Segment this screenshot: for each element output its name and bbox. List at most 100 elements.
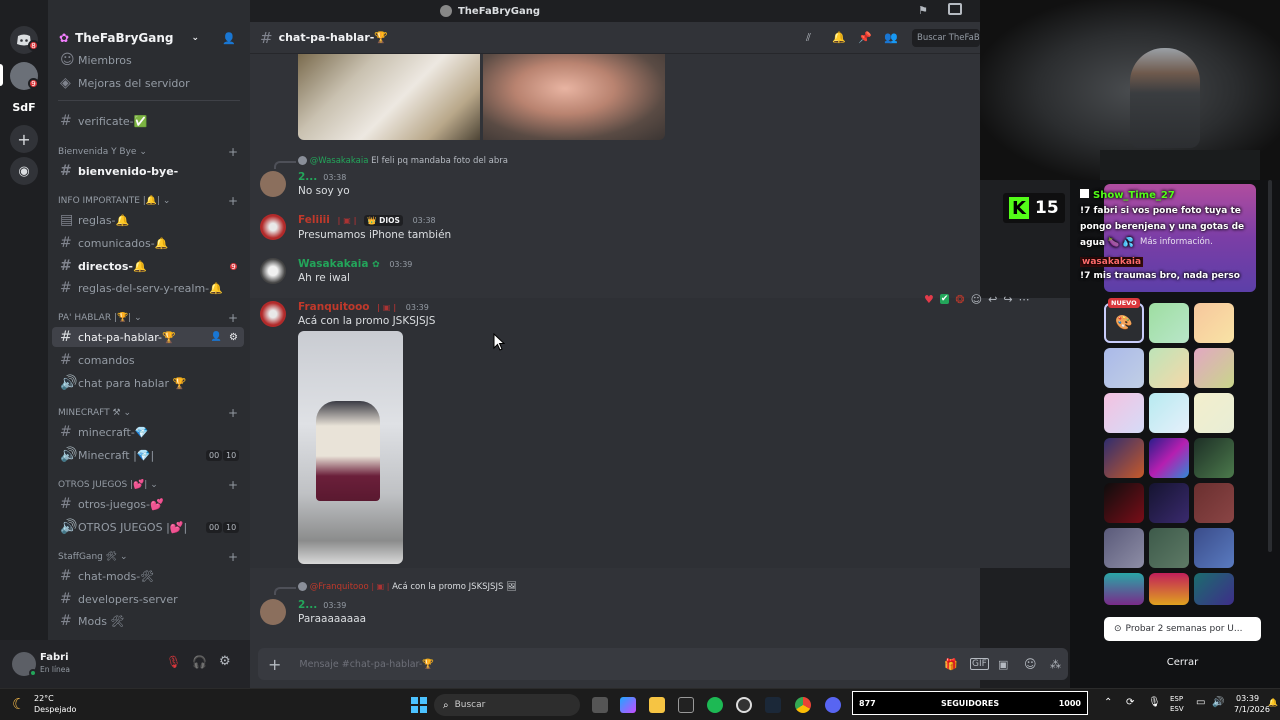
- taskbar-search[interactable]: ⌕ Buscar: [434, 694, 580, 716]
- sticker-icon[interactable]: ▣: [998, 658, 1008, 671]
- theme-swatch[interactable]: [1194, 438, 1234, 478]
- discord-taskbar-icon[interactable]: [825, 697, 841, 713]
- emoji-icon[interactable]: ☺: [1024, 657, 1037, 671]
- avatar[interactable]: [260, 258, 286, 284]
- channel-developers[interactable]: # developers-server: [52, 589, 244, 609]
- theme-swatch[interactable]: [1104, 528, 1144, 568]
- theme-swatch[interactable]: [1194, 573, 1234, 605]
- theme-swatch[interactable]: [1149, 348, 1189, 388]
- channel-minecraft[interactable]: # minecraft-💎: [52, 422, 244, 442]
- channel-mods[interactable]: # Mods 🛠: [52, 611, 244, 631]
- forward-icon[interactable]: ↪: [1003, 293, 1012, 306]
- avatar[interactable]: [260, 301, 286, 327]
- clock-time[interactable]: 03:39: [1236, 694, 1259, 703]
- add-server-icon[interactable]: +: [10, 125, 38, 153]
- category-pahablar[interactable]: PA' HABLAR |🏆| ⌄: [58, 313, 142, 323]
- message-author[interactable]: Franquitooo | ▣ | 03:39: [298, 301, 429, 313]
- channel-reglas-serv[interactable]: # reglas-del-serv-y-realm-🔔: [52, 278, 244, 298]
- channel-directos[interactable]: # directos-🔔: [52, 256, 244, 276]
- language-indicator-2[interactable]: ESV: [1170, 705, 1184, 713]
- reply-author[interactable]: @Wasakakaia: [310, 156, 369, 166]
- server-sdf[interactable]: SdF: [10, 93, 38, 121]
- category-minecraft[interactable]: MINECRAFT ⚒ ⌄: [58, 408, 131, 418]
- theme-swatch[interactable]: [1149, 303, 1189, 343]
- file-explorer-icon[interactable]: [649, 697, 665, 713]
- category-bienvenida[interactable]: Bienvenida Y Bye ⌄: [58, 147, 147, 157]
- headphones-icon[interactable]: 🎧: [192, 655, 207, 669]
- category-otros[interactable]: OTROS JUEGOS |💕| ⌄: [58, 480, 158, 490]
- tray-chevron-icon[interactable]: ⌃: [1104, 697, 1112, 708]
- sidebar-item-boosts[interactable]: ◈ Mejoras del servidor: [52, 73, 244, 93]
- add-channel-icon[interactable]: +: [228, 145, 238, 159]
- steam-icon[interactable]: [765, 697, 781, 713]
- category-staff[interactable]: StaffGang 🛠 ⌄: [58, 552, 128, 562]
- message-input[interactable]: Mensaje #chat-pa-hablar-🏆: [299, 659, 434, 670]
- theme-swatch[interactable]: [1104, 393, 1144, 433]
- members-list-icon[interactable]: 👥: [884, 31, 898, 44]
- gear-icon[interactable]: ⚙: [229, 332, 238, 343]
- apps-icon[interactable]: ⁂: [1050, 658, 1061, 671]
- obs-icon[interactable]: [736, 697, 752, 713]
- add-channel-icon[interactable]: +: [228, 550, 238, 564]
- theme-swatch[interactable]: [1104, 438, 1144, 478]
- add-channel-icon[interactable]: +: [228, 478, 238, 492]
- channel-reglas[interactable]: ▤ reglas-🔔: [52, 210, 244, 230]
- theme-swatch-selected[interactable]: 🎨: [1104, 303, 1144, 343]
- theme-swatch[interactable]: [1149, 573, 1189, 605]
- theme-swatch[interactable]: [1104, 483, 1144, 523]
- invite-icon[interactable]: 👤: [222, 32, 236, 45]
- flag-icon[interactable]: ⚑: [918, 4, 928, 17]
- add-channel-icon[interactable]: +: [228, 194, 238, 208]
- theme-swatch[interactable]: [1149, 483, 1189, 523]
- theme-swatch[interactable]: [1149, 528, 1189, 568]
- avatar[interactable]: [260, 214, 286, 240]
- gif-icon[interactable]: GIF: [970, 658, 989, 670]
- reply-preview[interactable]: @Franquitooo | ▣ | Acá con la promo JSKS…: [298, 582, 517, 592]
- bell-icon[interactable]: 🔔: [832, 31, 846, 44]
- trial-button[interactable]: ⊙ Probar 2 semanas por U...: [1104, 617, 1261, 641]
- close-button[interactable]: Cerrar: [1104, 650, 1261, 674]
- chrome-icon[interactable]: [795, 697, 811, 713]
- weather-desc[interactable]: Despejado: [34, 705, 76, 714]
- more-icon[interactable]: ⋯: [1019, 293, 1030, 306]
- clock-date[interactable]: 7/1/2026: [1234, 705, 1270, 714]
- copilot-icon[interactable]: [620, 697, 636, 713]
- theme-swatch[interactable]: [1194, 393, 1234, 433]
- channel-chat-mods[interactable]: # chat-mods-🛠: [52, 566, 244, 586]
- avatar[interactable]: [260, 599, 286, 625]
- channel-bienvenido[interactable]: # bienvenido-bye-: [52, 161, 244, 181]
- invite-icon[interactable]: 👤: [211, 332, 222, 342]
- windows-start-icon[interactable]: [411, 697, 427, 713]
- reaction-icon[interactable]: ❂: [955, 293, 964, 306]
- add-attachment-icon[interactable]: +: [268, 655, 281, 674]
- reply-author[interactable]: @Franquitooo: [310, 582, 369, 592]
- search-input[interactable]: Buscar TheFaBr: [912, 29, 980, 47]
- add-reaction-icon[interactable]: ☺: [971, 293, 982, 306]
- category-info[interactable]: INFO IMPORTANTE |🔔| ⌄: [58, 196, 170, 206]
- task-view-icon[interactable]: [592, 697, 608, 713]
- theme-swatch[interactable]: [1194, 483, 1234, 523]
- theme-swatch[interactable]: [1149, 393, 1189, 433]
- image-attachment[interactable]: [298, 331, 403, 564]
- message-author[interactable]: Feliiii | ▣ | 👑 DIOS 03:38: [298, 214, 436, 226]
- message-author[interactable]: Wasakakaia ✿ 03:39: [298, 258, 412, 270]
- add-channel-icon[interactable]: +: [228, 311, 238, 325]
- network-icon[interactable]: ▭: [1196, 697, 1205, 708]
- theme-swatch[interactable]: [1104, 348, 1144, 388]
- reply-preview[interactable]: @Wasakakaia El feli pq mandaba foto del …: [298, 156, 508, 166]
- tray-sync-icon[interactable]: ⟳: [1126, 697, 1134, 708]
- volume-icon[interactable]: 🔊: [1212, 697, 1224, 708]
- theme-swatch[interactable]: [1104, 573, 1144, 605]
- weather-temp[interactable]: 22°C: [34, 694, 54, 703]
- theme-swatch[interactable]: [1149, 438, 1189, 478]
- channel-chat-para-hablar[interactable]: 🔊 chat para hablar 🏆: [52, 373, 244, 393]
- message-author[interactable]: 2... 03:38: [298, 171, 346, 183]
- theme-swatch[interactable]: [1194, 348, 1234, 388]
- channel-comandos[interactable]: # comandos: [52, 350, 244, 370]
- pin-icon[interactable]: 📌: [858, 31, 872, 44]
- channel-comunicados[interactable]: # comunicados-🔔: [52, 233, 244, 253]
- capcut-icon[interactable]: [678, 697, 694, 713]
- reply-icon[interactable]: ↩: [988, 293, 997, 306]
- gear-icon[interactable]: ⚙: [219, 654, 231, 669]
- language-indicator[interactable]: ESP: [1170, 695, 1183, 703]
